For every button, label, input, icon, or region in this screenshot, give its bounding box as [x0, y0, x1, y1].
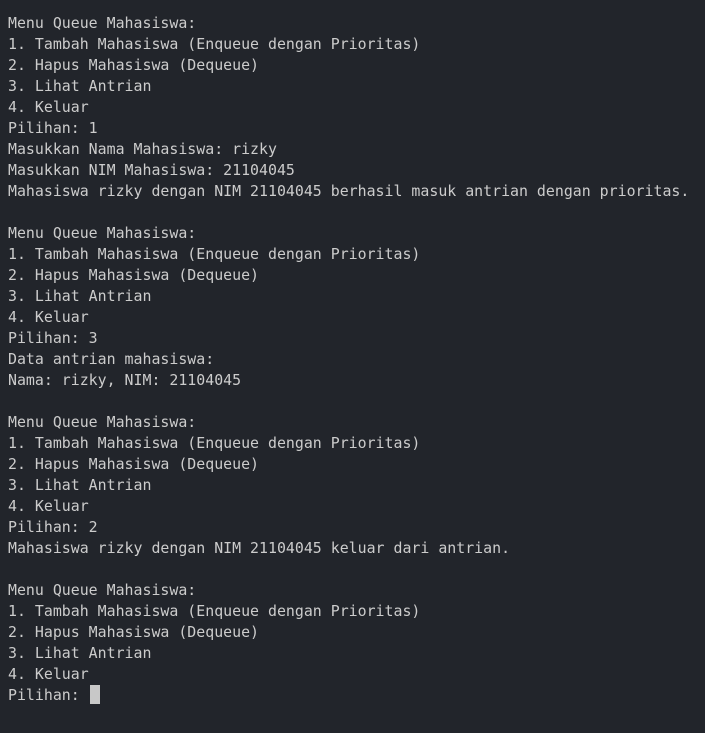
menu-option-3: 3. Lihat Antrian	[8, 287, 152, 305]
menu-option-1: 1. Tambah Mahasiswa (Enqueue dengan Prio…	[8, 35, 421, 53]
menu-option-4: 4. Keluar	[8, 98, 89, 116]
terminal-output[interactable]: Menu Queue Mahasiswa: 1. Tambah Mahasisw…	[0, 0, 705, 733]
menu-block-1: Menu Queue Mahasiswa: 1. Tambah Mahasisw…	[8, 13, 705, 223]
output-line: Mahasiswa rizky dengan NIM 21104045 berh…	[8, 182, 690, 200]
menu-option-2: 2. Hapus Mahasiswa (Dequeue)	[8, 266, 260, 284]
choice-line: Pilihan: 1	[8, 119, 98, 137]
menu-option-1: 1. Tambah Mahasiswa (Enqueue dengan Prio…	[8, 245, 421, 263]
menu-option-4: 4. Keluar	[8, 497, 89, 515]
choice-line: Pilihan: 3	[8, 329, 98, 347]
menu-option-3: 3. Lihat Antrian	[8, 644, 152, 662]
menu-option-4: 4. Keluar	[8, 665, 89, 683]
menu-title: Menu Queue Mahasiswa:	[8, 581, 197, 599]
menu-option-2: 2. Hapus Mahasiswa (Dequeue)	[8, 56, 260, 74]
menu-title: Menu Queue Mahasiswa:	[8, 224, 197, 242]
output-line: Masukkan Nama Mahasiswa: rizky	[8, 140, 277, 158]
menu-block-2: Menu Queue Mahasiswa: 1. Tambah Mahasisw…	[8, 223, 705, 412]
menu-option-1: 1. Tambah Mahasiswa (Enqueue dengan Prio…	[8, 602, 421, 620]
menu-block-3: Menu Queue Mahasiswa: 1. Tambah Mahasisw…	[8, 412, 705, 580]
output-line: Masukkan NIM Mahasiswa: 21104045	[8, 161, 295, 179]
output-line: Nama: rizky, NIM: 21104045	[8, 371, 242, 389]
input-prompt-line[interactable]: Pilihan:	[8, 685, 705, 706]
choice-line: Pilihan: 2	[8, 518, 98, 536]
menu-option-4: 4. Keluar	[8, 308, 89, 326]
menu-option-2: 2. Hapus Mahasiswa (Dequeue)	[8, 455, 260, 473]
menu-option-3: 3. Lihat Antrian	[8, 77, 152, 95]
menu-option-2: 2. Hapus Mahasiswa (Dequeue)	[8, 623, 260, 641]
menu-title: Menu Queue Mahasiswa:	[8, 14, 197, 32]
menu-option-3: 3. Lihat Antrian	[8, 476, 152, 494]
prompt-label: Pilihan:	[8, 686, 89, 704]
menu-title: Menu Queue Mahasiswa:	[8, 413, 197, 431]
menu-option-1: 1. Tambah Mahasiswa (Enqueue dengan Prio…	[8, 434, 421, 452]
output-line: Data antrian mahasiswa:	[8, 350, 215, 368]
output-line: Mahasiswa rizky dengan NIM 21104045 kelu…	[8, 539, 511, 557]
text-cursor[interactable]	[89, 685, 100, 704]
menu-block-4: Menu Queue Mahasiswa: 1. Tambah Mahasisw…	[8, 580, 705, 706]
